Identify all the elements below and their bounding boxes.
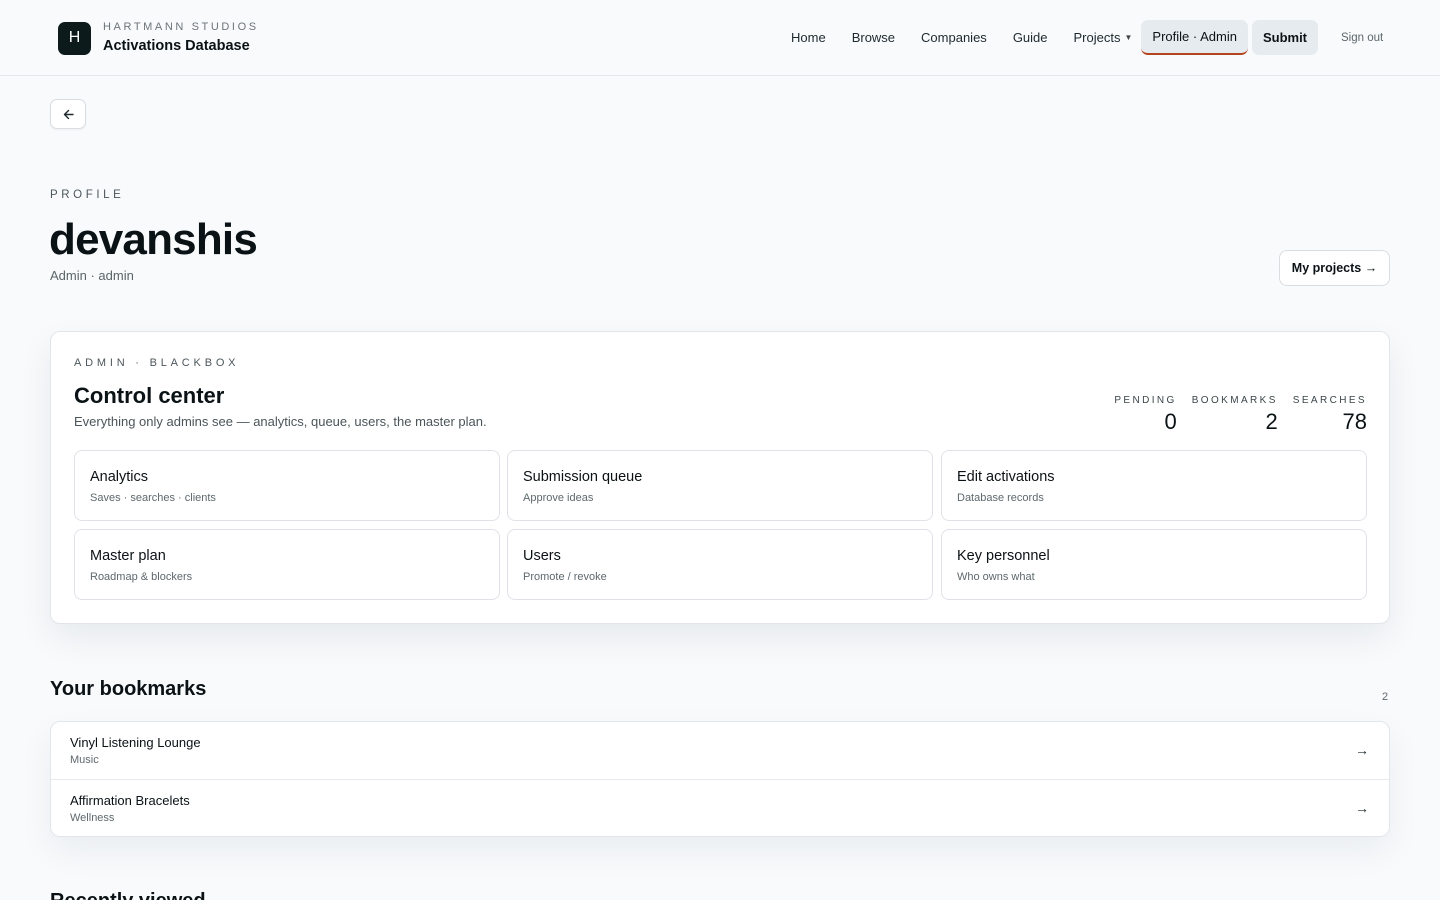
- tile-title: Analytics: [90, 469, 149, 485]
- brand-logo: H: [58, 21, 91, 55]
- brand-app-name: Activations Database: [103, 38, 250, 54]
- admin-eyebrow: ADMIN · BLACKBOX: [74, 357, 240, 369]
- brand-text: HARTMANN STUDIOS Activations Database: [103, 21, 259, 55]
- stat-label: BOOKMARKS: [1191, 395, 1278, 406]
- my-projects-button[interactable]: My projects →: [1279, 250, 1390, 286]
- sign-out-link[interactable]: Sign out: [1330, 20, 1394, 55]
- brand-studio-name: HARTMANN STUDIOS: [103, 21, 259, 33]
- stats-row: PENDING 0 BOOKMARKS 2 SEARCHES 78: [1099, 395, 1367, 436]
- bookmarks-list: Vinyl Listening Lounge Music → Affirmati…: [50, 721, 1390, 837]
- brand[interactable]: H HARTMANN STUDIOS Activations Database: [58, 21, 259, 55]
- stat-bookmarks: BOOKMARKS 2: [1192, 395, 1278, 436]
- arrow-right-icon: →: [1355, 742, 1369, 758]
- tile-users[interactable]: Users Promote / revoke: [507, 529, 933, 600]
- tile-edit-activations[interactable]: Edit activations Database records: [941, 450, 1367, 521]
- nav-projects-label: Projects: [1073, 30, 1121, 45]
- tile-analytics[interactable]: Analytics Saves · searches · clients: [74, 450, 500, 521]
- stat-label: PENDING: [1114, 395, 1177, 406]
- bookmark-name: Affirmation Bracelets: [70, 793, 190, 808]
- tile-key-personnel[interactable]: Key personnel Who owns what: [941, 529, 1367, 600]
- nav-companies[interactable]: Companies: [910, 20, 998, 55]
- page-title: devanshis: [49, 215, 258, 264]
- tile-title: Master plan: [90, 548, 166, 564]
- tile-title: Key personnel: [957, 548, 1050, 564]
- submit-button[interactable]: Submit: [1251, 20, 1319, 55]
- tile-title: Submission queue: [523, 469, 643, 485]
- tile-subtitle: Promote / revoke: [523, 571, 607, 583]
- control-center-card: ADMIN · BLACKBOX Control center Everythi…: [50, 331, 1390, 624]
- bookmark-category: Wellness: [70, 812, 115, 824]
- nav-home[interactable]: Home: [780, 20, 837, 55]
- stat-pending: PENDING 0: [1114, 395, 1176, 436]
- control-center-description: Everything only admins see — analytics, …: [74, 414, 487, 429]
- stat-label: SEARCHES: [1292, 395, 1367, 406]
- nav-profile[interactable]: Profile · Admin: [1141, 20, 1248, 55]
- tile-subtitle: Approve ideas: [523, 492, 594, 504]
- control-center-title: Control center: [74, 383, 225, 408]
- arrow-left-icon: [63, 109, 74, 119]
- tile-submission-queue[interactable]: Submission queue Approve ideas: [507, 450, 933, 521]
- tile-subtitle: Saves · searches · clients: [90, 492, 216, 504]
- tile-subtitle: Database records: [957, 492, 1044, 504]
- bookmarks-title: Your bookmarks: [50, 678, 207, 700]
- tile-title: Users: [523, 548, 561, 564]
- back-button[interactable]: [50, 99, 86, 129]
- profile-role: Admin · admin: [50, 268, 134, 283]
- bookmarks-count: 2: [1382, 691, 1389, 703]
- stat-value: 78: [1342, 409, 1367, 434]
- bookmark-row[interactable]: Vinyl Listening Lounge Music →: [51, 722, 1389, 779]
- caret-down-icon: ▼: [1124, 33, 1133, 42]
- tile-master-plan[interactable]: Master plan Roadmap & blockers: [74, 529, 500, 600]
- nav-guide[interactable]: Guide: [1002, 20, 1059, 55]
- bookmark-row[interactable]: Affirmation Bracelets Wellness →: [51, 779, 1389, 836]
- stat-value: 2: [1265, 409, 1278, 434]
- tile-subtitle: Who owns what: [957, 571, 1035, 583]
- bookmark-name: Vinyl Listening Lounge: [70, 735, 201, 750]
- tile-title: Edit activations: [957, 469, 1055, 485]
- stat-value: 0: [1164, 409, 1177, 434]
- tile-subtitle: Roadmap & blockers: [90, 571, 193, 583]
- stat-searches: SEARCHES 78: [1293, 395, 1367, 436]
- recently-viewed-title: Recently viewed: [50, 890, 206, 900]
- nav-projects-dropdown[interactable]: Projects ▼: [1063, 20, 1144, 55]
- profile-eyebrow: PROFILE: [50, 189, 125, 201]
- arrow-right-icon: →: [1355, 800, 1369, 816]
- top-bar: H HARTMANN STUDIOS Activations Database …: [0, 0, 1440, 76]
- main-nav: Home Browse Companies Guide Projects ▼ P…: [780, 20, 1398, 55]
- bookmark-category: Music: [70, 754, 99, 766]
- nav-browse[interactable]: Browse: [841, 20, 906, 55]
